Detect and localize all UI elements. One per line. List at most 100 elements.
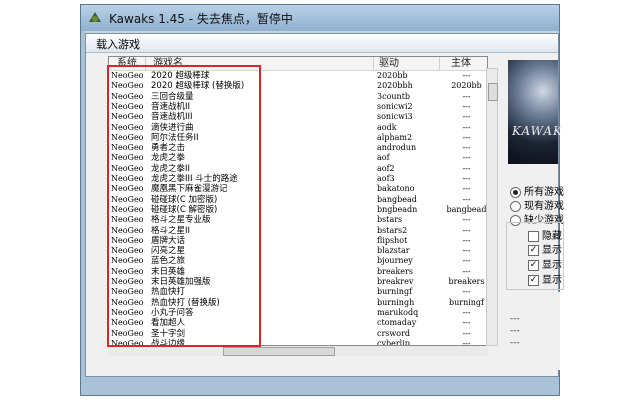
table-row[interactable]: NeoGeo 热血快打 (替换版) burningh burningf bbox=[109, 298, 484, 308]
table-row[interactable]: NeoGeo 小丸子问答 marukodq --- bbox=[109, 308, 471, 318]
cell-system: NeoGeo bbox=[111, 101, 144, 111]
table-row[interactable]: NeoGeo 圣十字剑 crsword --- bbox=[109, 328, 471, 339]
cell-driver: androdun bbox=[377, 143, 417, 153]
table-row[interactable]: NeoGeo 2020 超级棒球 2020bb --- bbox=[109, 71, 471, 81]
cell-parent: --- bbox=[462, 256, 471, 266]
table-row[interactable]: NeoGeo 三回合级量 3countb --- bbox=[109, 92, 471, 102]
cell-system: NeoGeo bbox=[111, 318, 144, 328]
checkbox-hide[interactable]: 隐藏 bbox=[528, 227, 562, 242]
cell-driver: flipshot bbox=[377, 235, 408, 245]
checkbox-icon: ✓ bbox=[528, 259, 539, 271]
cell-system: NeoGeo bbox=[111, 112, 144, 122]
column-header-name[interactable]: 游戏名 bbox=[153, 57, 183, 70]
cell-name: 龙虎之拳 bbox=[151, 153, 186, 164]
cell-name: 碰碰球(C 解密版) bbox=[151, 204, 218, 215]
cell-system: NeoGeo bbox=[111, 143, 144, 153]
table-row[interactable]: NeoGeo 闪亮之星 blazstar --- bbox=[109, 246, 471, 256]
cell-parent: --- bbox=[462, 71, 471, 80]
title-bar[interactable]: Kawaks 1.45 - 失去焦点，暂停中 bbox=[81, 5, 559, 31]
cell-driver: bjourney bbox=[377, 256, 413, 266]
table-row[interactable]: NeoGeo 蓝色之旅 bjourney --- bbox=[109, 256, 471, 267]
cell-parent: --- bbox=[462, 225, 471, 235]
cell-name: 末日英雄 bbox=[151, 266, 186, 277]
checkbox-icon: ✓ bbox=[528, 274, 539, 286]
table-row[interactable]: NeoGeo 龙虎之拳II aof2 --- bbox=[109, 163, 471, 174]
table-row[interactable]: NeoGeo 音速战机II sonicwi2 --- bbox=[109, 101, 471, 112]
radio-icon bbox=[510, 186, 521, 198]
table-row[interactable]: NeoGeo 碰碰球(C 解密版) bngbeadn bangbead bbox=[109, 204, 486, 215]
cell-name: 魔凰黑下麻雀漫游记 bbox=[151, 184, 228, 195]
cell-name: 圣十字剑 bbox=[151, 328, 186, 339]
checkbox-show-2[interactable]: ✓ 显示 bbox=[528, 256, 562, 271]
right-panel: --- --- --- bbox=[506, 292, 560, 370]
cell-system: NeoGeo bbox=[111, 256, 144, 266]
cell-name: 龙虎之拳III 斗士的路途 bbox=[151, 174, 238, 184]
table-row[interactable]: NeoGeo 格斗之星II bstars2 --- bbox=[109, 225, 471, 236]
cell-driver: bakatono bbox=[377, 184, 415, 194]
cell-system: NeoGeo bbox=[111, 122, 144, 132]
horizontal-scrollbar[interactable] bbox=[108, 346, 488, 356]
table-row[interactable]: NeoGeo 碰碰球(C 加密版) bangbead --- bbox=[109, 194, 471, 205]
table-row[interactable]: NeoGeo 龙虎之拳III 斗士的路途 aof3 --- bbox=[109, 174, 471, 184]
radio-available-games[interactable]: 现有游戏 bbox=[510, 197, 564, 212]
table-row[interactable]: NeoGeo 阿尔法任务II alpham2 --- bbox=[109, 133, 471, 143]
horizontal-scroll-thumb[interactable] bbox=[223, 347, 335, 356]
cell-system: NeoGeo bbox=[111, 235, 144, 245]
banner-text: KAWAK bbox=[512, 124, 564, 138]
cell-parent: --- bbox=[462, 174, 471, 183]
cell-parent: --- bbox=[462, 246, 471, 256]
cell-parent: 2020bb bbox=[451, 81, 482, 91]
kawaks-banner-image: KAWAK bbox=[508, 60, 562, 164]
table-row[interactable]: NeoGeo 末日英雄 breakers --- bbox=[109, 266, 471, 277]
column-header-parent[interactable]: 主体 bbox=[451, 57, 471, 70]
cell-parent: --- bbox=[462, 266, 471, 276]
cell-system: NeoGeo bbox=[111, 184, 144, 194]
cell-system: NeoGeo bbox=[111, 338, 144, 346]
table-row[interactable]: NeoGeo 战斗边缘 cyberlip --- bbox=[109, 338, 471, 346]
cell-name: 音速战机II bbox=[151, 101, 191, 112]
vertical-scrollbar[interactable] bbox=[486, 68, 498, 346]
table-row[interactable]: NeoGeo 看加超人 ctomaday --- bbox=[109, 318, 471, 328]
cell-system: NeoGeo bbox=[111, 163, 144, 173]
vertical-scroll-thumb[interactable] bbox=[488, 83, 498, 101]
dialog-title: 载入游戏 bbox=[96, 38, 140, 51]
table-row[interactable]: NeoGeo 魔凰黑下麻雀漫游记 bakatono --- bbox=[109, 184, 471, 195]
cell-system: NeoGeo bbox=[111, 287, 144, 297]
cell-parent: --- bbox=[462, 132, 471, 142]
table-row[interactable]: NeoGeo 音速战机III sonicwi3 --- bbox=[109, 112, 471, 122]
cell-parent: breakers bbox=[448, 277, 485, 286]
cell-parent: burningf bbox=[448, 297, 485, 307]
table-row[interactable]: NeoGeo 滴侠进行曲 aodk --- bbox=[109, 122, 471, 133]
radio-all-games[interactable]: 所有游戏 bbox=[510, 183, 564, 198]
table-row[interactable]: NeoGeo 勇者之击 androdun --- bbox=[109, 143, 471, 153]
cell-name: 格斗之星II bbox=[151, 225, 191, 236]
column-separator[interactable] bbox=[145, 57, 146, 70]
dialog-title-bar[interactable]: 载入游戏 bbox=[86, 34, 558, 53]
cell-driver: bangbead bbox=[377, 194, 417, 204]
cell-name: 蓝色之旅 bbox=[151, 256, 186, 267]
column-separator[interactable] bbox=[439, 57, 440, 70]
cell-parent: --- bbox=[462, 184, 471, 194]
cell-name: 格斗之星专业版 bbox=[151, 215, 211, 226]
table-row[interactable]: NeoGeo 盾牌大话 flipshot --- bbox=[109, 235, 471, 246]
cell-driver: blazstar bbox=[377, 246, 410, 256]
cell-name: 龙虎之拳II bbox=[151, 163, 191, 174]
cell-parent: --- bbox=[462, 143, 471, 153]
table-row[interactable]: NeoGeo 2020 超级棒球 (替换版) 2020bbh 2020bb bbox=[109, 81, 482, 92]
cell-driver: burningf bbox=[377, 287, 413, 297]
cell-parent: --- bbox=[462, 235, 471, 245]
table-row[interactable]: NeoGeo 龙虎之拳 aof --- bbox=[109, 153, 471, 164]
table-row[interactable]: NeoGeo 格斗之星专业版 bstars --- bbox=[109, 215, 471, 226]
column-separator[interactable] bbox=[373, 57, 374, 70]
table-row[interactable]: NeoGeo 末日英雄加强版 breakrev breakers bbox=[109, 277, 484, 287]
dash-text: --- bbox=[510, 314, 520, 324]
column-header-driver[interactable]: 驱动 bbox=[379, 57, 399, 70]
cell-parent: --- bbox=[462, 122, 471, 132]
column-header-system[interactable]: 系统 bbox=[117, 57, 137, 70]
checkbox-show-1[interactable]: ✓ 显示 bbox=[528, 241, 562, 256]
cell-name: 2020 超级棒球 (替换版) bbox=[151, 81, 245, 92]
game-list[interactable]: 系统 游戏名 驱动 主体 NeoGeo 2020 超级棒球 2020bb --- Neo… bbox=[108, 56, 488, 346]
checkbox-show-3[interactable]: ✓ 显示 bbox=[528, 271, 562, 286]
cell-driver: cyberlip bbox=[377, 338, 410, 346]
table-row[interactable]: NeoGeo 热血快打 burningf --- bbox=[109, 287, 471, 297]
